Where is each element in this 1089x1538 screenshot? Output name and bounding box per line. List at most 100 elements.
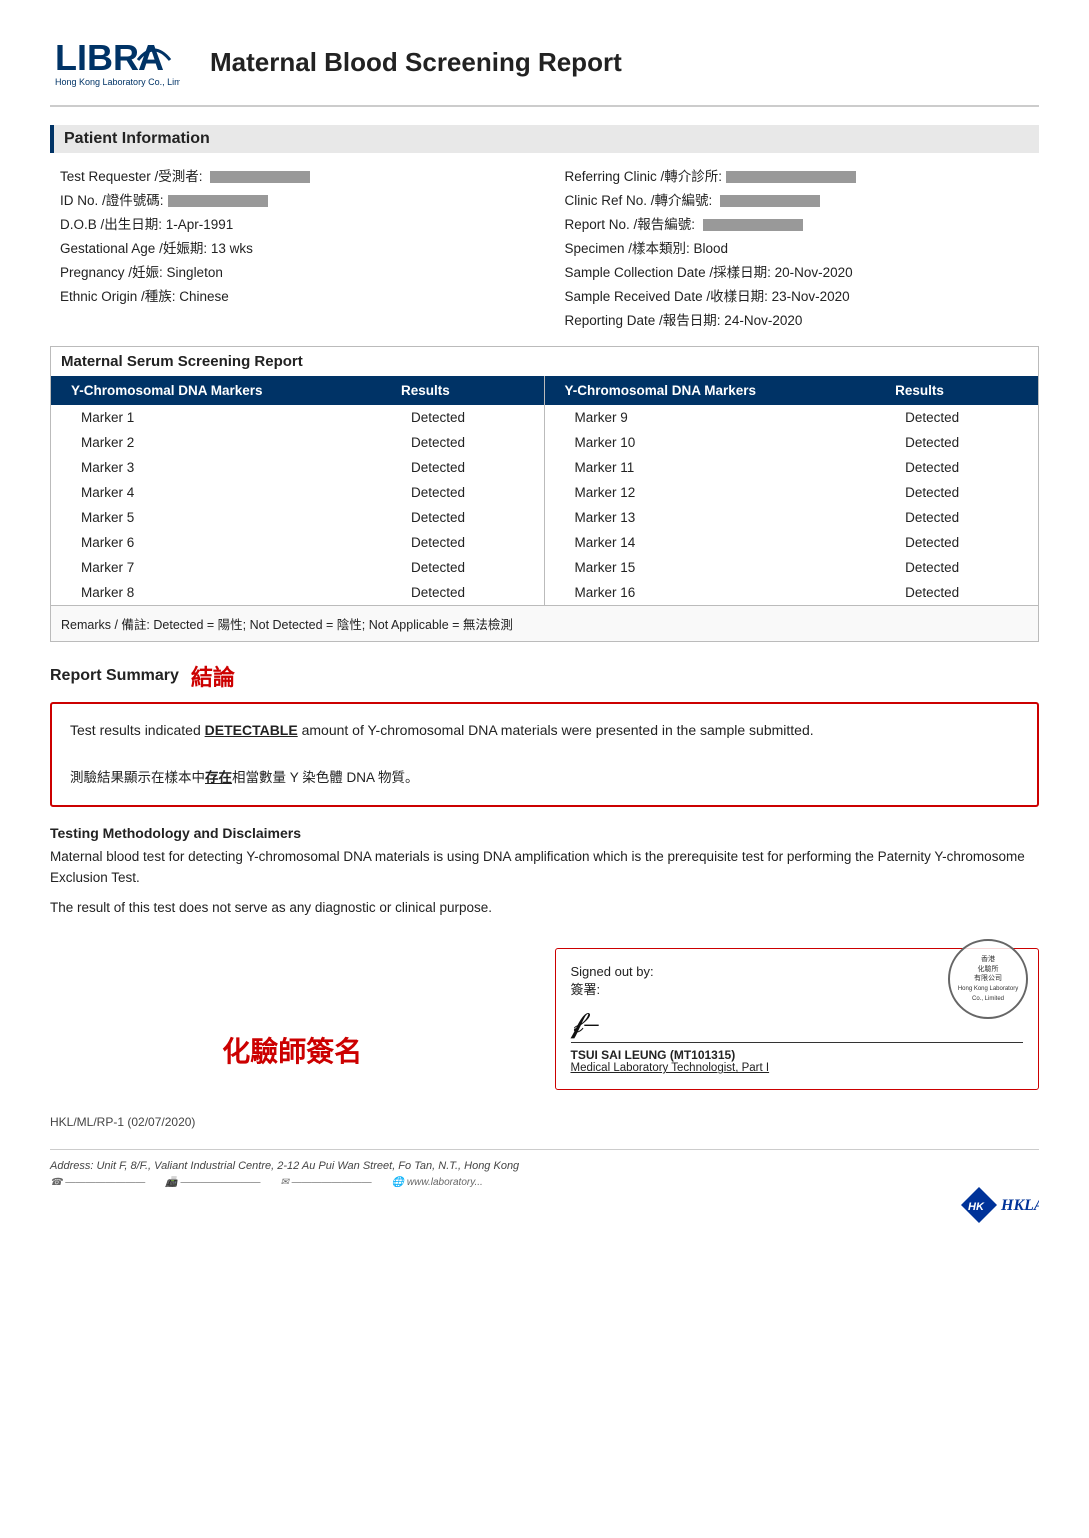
marker-result-right: Detected xyxy=(875,455,1038,480)
marker-result-left: Detected xyxy=(381,430,544,455)
marker-result-right: Detected xyxy=(875,430,1038,455)
redacted-report-no xyxy=(703,219,803,231)
footer-code: HKL/ML/RP-1 (02/07/2020) xyxy=(50,1115,1039,1129)
marker-name-left: Marker 6 xyxy=(51,530,381,555)
libra-logo: LIBR A Hong Kong Laboratory Co., Limited xyxy=(50,30,180,95)
table-row: Marker 7Detected xyxy=(51,555,544,580)
col-header-results-right: Results xyxy=(875,376,1038,405)
signatory-name: TSUI SAI LEUNG (MT101315) xyxy=(571,1048,1024,1062)
marker-name-left: Marker 3 xyxy=(51,455,381,480)
maternal-serum-section: Maternal Serum Screening Report Y-Chromo… xyxy=(50,346,1039,642)
table-row: Marker 15Detected xyxy=(545,555,1039,580)
signatory-title: Medical Laboratory Technologist, Part I xyxy=(571,1062,1024,1074)
svg-text:Hong Kong Laboratory Co., Limi: Hong Kong Laboratory Co., Limited xyxy=(55,77,180,87)
signed-out-zh-label: 簽署: xyxy=(571,982,601,997)
address-text: Address: Unit F, 8/F., Valiant Industria… xyxy=(50,1160,1039,1172)
info-row-reporting-date: Reporting Date /報告日期: 24-Nov-2020 xyxy=(555,307,1040,331)
col-header-results-left: Results xyxy=(381,376,544,405)
table-row: Marker 2Detected xyxy=(51,430,544,455)
marker-result-right: Detected xyxy=(875,480,1038,505)
marker-name-right: Marker 12 xyxy=(545,480,876,505)
dna-table-left: Y-Chromosomal DNA Markers Results Marker… xyxy=(51,376,545,605)
marker-result-left: Detected xyxy=(381,530,544,555)
hklab-logo: HK HKLAB xyxy=(959,1185,1039,1225)
marker-result-left: Detected xyxy=(381,580,544,605)
marker-name-left: Marker 8 xyxy=(51,580,381,605)
table-row: Marker 1Detected xyxy=(51,405,544,430)
methodology-text1: Maternal blood test for detecting Y-chro… xyxy=(50,846,1039,889)
maternal-section-title: Maternal Serum Screening Report xyxy=(51,347,1038,376)
summary-text-en: Test results indicated DETECTABLE amount… xyxy=(70,719,1019,743)
signatory-chinese-label: 化驗師簽名 xyxy=(50,1010,535,1090)
redacted-clinic-ref xyxy=(720,195,820,207)
patient-info-left: Test Requester /受測者: ID No. /證件號碼: D.O.B… xyxy=(50,163,535,331)
summary-text-zh: 測驗結果顯示在樣本中存在相當數量 Y 染色體 DNA 物質。 xyxy=(70,767,1019,790)
exists-keyword: 存在 xyxy=(205,770,232,785)
report-summary-label: Report Summary xyxy=(50,667,179,685)
table-row: Marker 9Detected xyxy=(545,405,1039,430)
contact-4: 🌐 www.laboratory... xyxy=(392,1177,483,1225)
redacted-requester xyxy=(210,171,310,183)
stamp-text: 香港化驗所有限公司 Hong Kong LaboratoryCo., Limit… xyxy=(958,955,1018,1004)
dna-table-wrapper: Y-Chromosomal DNA Markers Results Marker… xyxy=(51,376,1038,605)
signature-line: 𝓯– xyxy=(571,1003,1024,1043)
marker-name-right: Marker 11 xyxy=(545,455,876,480)
marker-result-right: Detected xyxy=(875,580,1038,605)
svg-text:HK: HK xyxy=(968,1201,985,1213)
svg-text:LIBR: LIBR xyxy=(55,37,139,78)
marker-name-right: Marker 13 xyxy=(545,505,876,530)
redacted-clinic xyxy=(726,171,856,183)
marker-result-right: Detected xyxy=(875,505,1038,530)
report-title: Maternal Blood Screening Report xyxy=(210,47,622,78)
marker-result-left: Detected xyxy=(381,505,544,530)
table-row: Marker 16Detected xyxy=(545,580,1039,605)
table-row: Marker 3Detected xyxy=(51,455,544,480)
redacted-id xyxy=(168,195,268,207)
table-row: Marker 6Detected xyxy=(51,530,544,555)
info-row-collection-date: Sample Collection Date /採樣日期: 20-Nov-202… xyxy=(555,259,1040,283)
marker-name-left: Marker 2 xyxy=(51,430,381,455)
col-header-marker-left: Y-Chromosomal DNA Markers xyxy=(51,376,381,405)
info-row-requester: Test Requester /受測者: xyxy=(50,163,535,187)
detectable-keyword: DETECTABLE xyxy=(205,722,298,738)
summary-box: Test results indicated DETECTABLE amount… xyxy=(50,702,1039,807)
table-row: Marker 8Detected xyxy=(51,580,544,605)
logo-area: LIBR A Hong Kong Laboratory Co., Limited xyxy=(50,30,180,95)
marker-result-right: Detected xyxy=(875,530,1038,555)
contact-1: ☎ ———————— xyxy=(50,1177,145,1225)
marker-result-left: Detected xyxy=(381,455,544,480)
marker-name-right: Marker 15 xyxy=(545,555,876,580)
marker-name-left: Marker 1 xyxy=(51,405,381,430)
report-summary-section: Report Summary 結論 Test results indicated… xyxy=(50,660,1039,807)
svg-text:HKLAB: HKLAB xyxy=(1000,1197,1039,1214)
info-row-id: ID No. /證件號碼: xyxy=(50,187,535,211)
patient-info-right: Referring Clinic /轉介診所: Clinic Ref No. /… xyxy=(555,163,1040,331)
contact-3: ✉ ———————— xyxy=(280,1177,371,1225)
footer-address: Address: Unit F, 8/F., Valiant Industria… xyxy=(50,1149,1039,1225)
methodology-text2: The result of this test does not serve a… xyxy=(50,897,1039,919)
table-row: Marker 10Detected xyxy=(545,430,1039,455)
info-row-clinic-ref: Clinic Ref No. /轉介編號: xyxy=(555,187,1040,211)
info-row-gestational: Gestational Age /妊娠期: 13 wks xyxy=(50,235,535,259)
report-summary-chinese-label: 結論 xyxy=(191,660,235,692)
marker-result-right: Detected xyxy=(875,555,1038,580)
methodology-title: Testing Methodology and Disclaimers xyxy=(50,825,1039,841)
signature-handwriting: 𝓯– xyxy=(571,1003,1024,1040)
signed-out-label: Signed out by: xyxy=(571,964,654,979)
marker-result-left: Detected xyxy=(381,405,544,430)
table-row: Marker 13Detected xyxy=(545,505,1039,530)
contact-2: 📠 ———————— xyxy=(165,1177,260,1225)
info-row-clinic: Referring Clinic /轉介診所: xyxy=(555,163,1040,187)
marker-result-left: Detected xyxy=(381,480,544,505)
marker-name-left: Marker 4 xyxy=(51,480,381,505)
dna-table-right: Y-Chromosomal DNA Markers Results Marker… xyxy=(545,376,1039,605)
info-row-pregnancy: Pregnancy /妊娠: Singleton xyxy=(50,259,535,283)
report-summary-title: Report Summary 結論 xyxy=(50,660,1039,692)
table-row: Marker 11Detected xyxy=(545,455,1039,480)
patient-info-title: Patient Information xyxy=(50,125,1039,153)
marker-result-right: Detected xyxy=(875,405,1038,430)
hklab-logo-svg: HK HKLAB xyxy=(959,1185,1039,1225)
info-row-received-date: Sample Received Date /收樣日期: 23-Nov-2020 xyxy=(555,283,1040,307)
table-row: Marker 14Detected xyxy=(545,530,1039,555)
remarks-text: Remarks / 備註: Detected = 陽性; Not Detecte… xyxy=(51,605,1038,641)
